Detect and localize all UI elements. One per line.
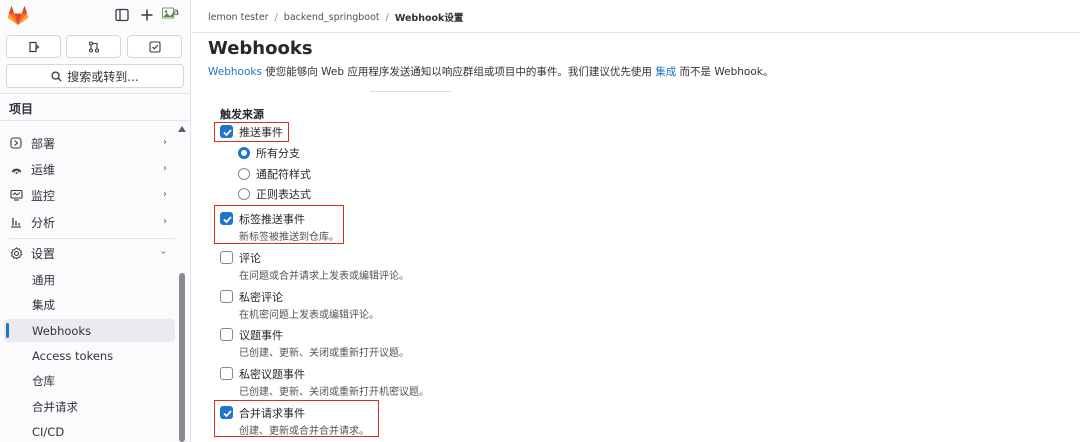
highlight-box-merge-request-events (214, 400, 379, 437)
todo-icon (148, 40, 161, 53)
breadcrumb: lemon tester / backend_springboot / Webh… (208, 10, 464, 25)
breadcrumb-separator: / (274, 11, 278, 23)
issues-quick-button[interactable] (6, 35, 61, 58)
avatar-alt-text: a (173, 7, 180, 18)
confidential-comments-help: 在机密问题上发表或编辑评论。 (239, 310, 379, 321)
header-divider (191, 32, 1080, 33)
breadcrumb-item[interactable]: lemon tester (208, 12, 269, 23)
sidebar-subitem-merge-requests[interactable]: 合并请求 (4, 395, 175, 418)
chevron-right-icon: › (163, 137, 167, 148)
sidebar-subitem-general[interactable]: 通用 (4, 268, 175, 291)
sidebar-subitem-integrations[interactable]: 集成 (4, 293, 175, 316)
merge-request-icon (88, 40, 99, 53)
breadcrumb-current: Webhook设置 (394, 13, 464, 24)
confidential-issues-events-checkbox[interactable] (220, 367, 233, 380)
sidebar-scrollbar[interactable] (179, 273, 185, 442)
breadcrumb-separator: / (385, 11, 389, 23)
confidential-comments-label: 私密评论 (239, 291, 283, 304)
comments-checkbox[interactable] (220, 251, 233, 264)
todo-quick-button[interactable] (127, 35, 182, 58)
highlight-box-push-events (214, 122, 289, 142)
monitor-icon (9, 188, 23, 202)
issues-events-help: 已创建、更新、关闭或重新打开议题。 (239, 348, 409, 359)
search-icon (51, 70, 62, 82)
sidebar-item-deploy[interactable]: 部署 › (9, 131, 175, 155)
scroll-up-arrow-icon[interactable] (178, 126, 186, 132)
chevron-right-icon: › (163, 163, 167, 174)
sidebar-divider (9, 238, 175, 239)
trigger-section-label: 触发来源 (220, 108, 264, 121)
comments-help: 在问题或合并请求上发表或编辑评论。 (239, 271, 409, 282)
radio-label: 通配符样式 (256, 168, 311, 181)
page-description: Webhooks 使您能够向 Web 应用程序发送通知以响应群组或项目中的事件。… (208, 64, 773, 79)
sidebar-divider (0, 93, 190, 94)
sidebar-subitem-repository[interactable]: 仓库 (4, 369, 175, 392)
merge-requests-quick-button[interactable] (66, 35, 121, 58)
radio-label: 所有分支 (256, 147, 300, 160)
issues-events-checkbox[interactable] (220, 328, 233, 341)
settings-icon (9, 246, 23, 260)
sidebar-subitem-webhooks[interactable]: Webhooks (4, 319, 175, 342)
sidebar-item-monitor[interactable]: 监控 › (9, 183, 175, 207)
branch-all-radio[interactable] (238, 147, 250, 159)
branch-wildcard-radio[interactable] (238, 168, 250, 180)
analytics-icon (9, 215, 23, 229)
issues-icon (28, 41, 39, 52)
sidebar-item-analytics[interactable]: 分析 › (9, 210, 175, 234)
page-title: Webhooks (208, 38, 313, 59)
comments-label: 评论 (239, 252, 261, 265)
sidebar-item-label: 分析 (31, 215, 56, 230)
confidential-comments-checkbox[interactable] (220, 290, 233, 303)
search-button[interactable]: 搜索或转到... (6, 64, 184, 88)
sidebar-item-label: 运维 (31, 162, 56, 177)
search-button-label: 搜索或转到... (67, 69, 139, 84)
chevron-down-icon: › (157, 250, 169, 255)
branch-regex-radio[interactable] (238, 188, 250, 200)
gitlab-logo-icon[interactable] (7, 6, 29, 26)
create-new-icon[interactable] (138, 6, 156, 24)
radio-label: 正则表达式 (256, 188, 311, 201)
confidential-issues-events-help: 已创建、更新、关闭或重新打开机密议题。 (239, 387, 429, 398)
divider (370, 91, 452, 92)
chevron-right-icon: › (163, 216, 167, 227)
chevron-right-icon: › (163, 189, 167, 200)
user-avatar[interactable]: a (162, 5, 182, 25)
deploy-icon (9, 136, 23, 150)
breadcrumb-item[interactable]: backend_springboot (284, 12, 380, 23)
sidebar-item-label: 监控 (31, 188, 56, 203)
confidential-issues-events-label: 私密议题事件 (239, 368, 305, 381)
toggle-sidebar-icon[interactable] (113, 6, 131, 24)
integrations-link[interactable]: 集成 (655, 66, 676, 78)
issues-events-label: 议题事件 (239, 329, 283, 342)
page-description-text: 而不是 Webhook。 (676, 66, 774, 78)
sidebar-subitem-access-tokens[interactable]: Access tokens (4, 344, 175, 367)
sidebar-divider (0, 120, 190, 121)
sidebar: a 搜索或转到... 项目 部署 › 运维 › 监控 › 分析 › 设置 › 通… (0, 0, 191, 442)
operate-icon (9, 162, 23, 176)
sidebar-subitem-cicd[interactable]: CI/CD (4, 420, 175, 442)
page-description-text: 使您能够向 Web 应用程序发送通知以响应群组或项目中的事件。我们建议优先使用 (261, 66, 656, 78)
sidebar-item-operate[interactable]: 运维 › (9, 157, 175, 181)
webhooks-docs-link[interactable]: Webhooks (208, 66, 262, 78)
sidebar-top-bar: a (0, 0, 190, 32)
project-header: 项目 (9, 102, 34, 116)
sidebar-item-label: 部署 (31, 136, 56, 151)
sidebar-item-settings[interactable]: 设置 › (9, 241, 175, 265)
sidebar-item-label: 设置 (31, 246, 56, 261)
highlight-box-tag-push-events (214, 205, 344, 244)
